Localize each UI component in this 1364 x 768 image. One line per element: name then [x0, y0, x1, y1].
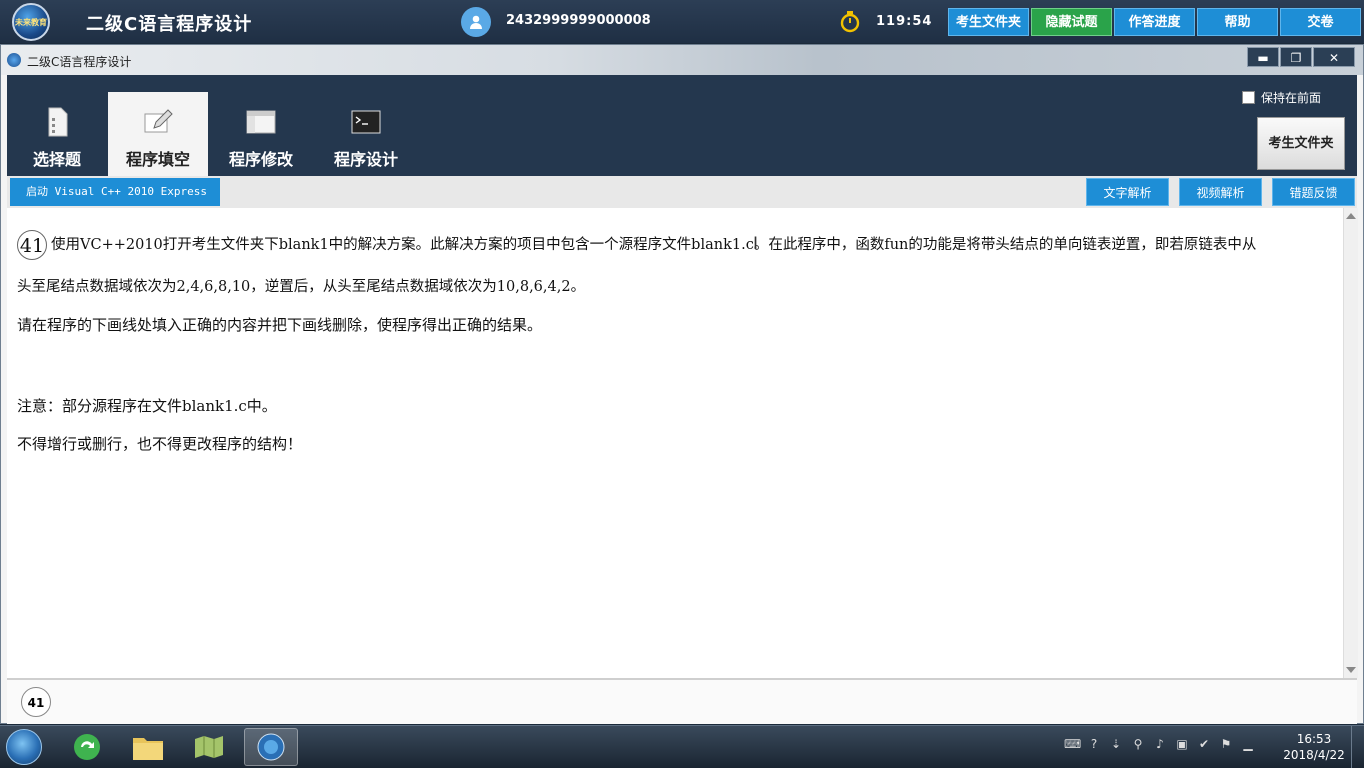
scroll-up-icon[interactable] — [1346, 213, 1356, 219]
keep-on-top-label: 保持在前面 — [1260, 91, 1321, 105]
clock-time: 16:53 — [1296, 732, 1332, 746]
tab-write-program[interactable]: 程序设计 — [316, 92, 416, 176]
terminal-icon — [351, 110, 381, 134]
tray-arrow-icon[interactable]: ⇣ — [1108, 736, 1124, 752]
taskbar-exam-app[interactable] — [244, 728, 298, 766]
app-title: 二级C语言程序设计 — [86, 14, 253, 35]
countdown-timer: 119:54 — [876, 14, 933, 29]
system-tray: ⌨ ? ⇣ ⚲ ♪ ▣ ✔ ⚑ ▁ — [1064, 736, 1256, 752]
device-icon[interactable]: ▣ — [1174, 736, 1190, 752]
answer-progress-button[interactable]: 作答进度 — [1114, 8, 1195, 36]
security-icon[interactable]: ✔ — [1196, 736, 1212, 752]
map-icon — [195, 736, 223, 758]
question-line-1: 41 使用VC++2010打开考生文件夹下blank1中的解决方案。此解决方案的项… — [17, 230, 1256, 260]
volume-icon[interactable]: ♪ — [1152, 736, 1168, 752]
candidate-folder-button[interactable]: 考生文件夹 — [948, 8, 1029, 36]
taskbar-refresh-app[interactable] — [60, 728, 114, 766]
question-note-2: 不得增行或删行，也不得更改程序的结构！ — [17, 435, 303, 453]
question-navigator: 41 — [7, 678, 1357, 724]
taskbar-clock[interactable]: 16:53 2018/4/22 — [1282, 731, 1346, 763]
user-icon — [461, 7, 491, 37]
tab-label: 程序设计 — [333, 150, 398, 169]
video-analysis-button[interactable]: 视频解析 — [1179, 178, 1262, 206]
window-icon — [246, 110, 276, 134]
clock-date: 2018/4/22 — [1283, 748, 1345, 762]
edit-icon — [144, 109, 173, 133]
stopwatch-icon — [840, 11, 860, 33]
taskbar-file-explorer[interactable] — [121, 728, 175, 766]
windows-taskbar: ⌨ ? ⇣ ⚲ ♪ ▣ ✔ ⚑ ▁ 16:53 2018/4/22 — [0, 725, 1364, 768]
help-icon[interactable]: ? — [1086, 736, 1102, 752]
keyboard-icon[interactable]: ⌨ — [1064, 736, 1081, 752]
minimize-button[interactable]: ▬ — [1247, 47, 1279, 67]
refresh-icon — [74, 734, 100, 760]
tab-fill-in-program[interactable]: 程序填空 — [108, 92, 208, 176]
question-line-2: 头至尾结点数据域依次为2,4,6,8,10，逆置后，从头至尾结点数据域依次为10… — [17, 279, 586, 295]
signal-icon[interactable]: ▁ — [1240, 736, 1256, 752]
exam-app-icon — [257, 733, 285, 761]
question-instruction: 请在程序的下画线处填入正确的内容并把下画线删除，使程序得出正确的结果。 — [17, 316, 543, 334]
document-icon — [48, 107, 68, 137]
question-note-1: 注意：部分源程序在文件blank1.c中。 — [17, 397, 277, 415]
app-logo: 未来教育 — [12, 3, 50, 41]
submit-exam-button[interactable]: 交卷 — [1280, 8, 1361, 36]
candidate-id: 2432999999000008 — [506, 13, 651, 28]
window-app-icon — [7, 53, 21, 67]
tab-multiple-choice[interactable]: 选择题 — [7, 92, 107, 176]
exam-top-bar: 未来教育 二级C语言程序设计 2432999999000008 119:54 考… — [0, 0, 1364, 43]
question-nav-item[interactable]: 41 — [21, 687, 51, 717]
launch-vc-button[interactable]: 启动 Visual C++ 2010 Express — [10, 178, 220, 206]
start-button[interactable] — [6, 729, 42, 765]
network-icon[interactable]: ⚲ — [1130, 736, 1146, 752]
content-scrollbar[interactable] — [1343, 208, 1358, 678]
tab-label: 程序修改 — [228, 150, 293, 169]
scroll-down-icon[interactable] — [1346, 667, 1356, 673]
question-content: 41 使用VC++2010打开考生文件夹下blank1中的解决方案。此解决方案的项… — [7, 208, 1343, 678]
question-type-ribbon: 选择题 程序填空 程序修改 程序设计 保持在前面 考生文件夹 — [7, 75, 1357, 176]
question-number: 41 — [17, 230, 47, 260]
exam-window: 二级C语言程序设计 ▬ ❐ ✕ 选择题 程序填空 程序修改 程序设计 保持在前面… — [0, 44, 1364, 724]
help-button[interactable]: 帮助 — [1197, 8, 1278, 36]
window-title: 二级C语言程序设计 — [27, 55, 132, 69]
hide-question-button[interactable]: 隐藏试题 — [1031, 8, 1112, 36]
tab-modify-program[interactable]: 程序修改 — [211, 92, 311, 176]
taskbar-map-app[interactable] — [182, 728, 236, 766]
window-titlebar[interactable]: 二级C语言程序设计 ▬ ❐ ✕ — [1, 45, 1363, 75]
text-analysis-button[interactable]: 文字解析 — [1086, 178, 1169, 206]
close-button[interactable]: ✕ — [1313, 47, 1355, 67]
folder-icon — [133, 738, 163, 760]
keep-on-top-option[interactable]: 保持在前面 — [1241, 89, 1321, 106]
show-desktop-button[interactable] — [1351, 726, 1364, 768]
tab-label: 选择题 — [32, 150, 81, 169]
text-cursor-icon: I — [753, 234, 759, 254]
error-feedback-button[interactable]: 错题反馈 — [1272, 178, 1355, 206]
open-candidate-folder-button[interactable]: 考生文件夹 — [1257, 117, 1345, 170]
tab-label: 程序填空 — [125, 150, 190, 169]
keep-on-top-checkbox[interactable] — [1241, 91, 1255, 104]
action-bar: 启动 Visual C++ 2010 Express 文字解析 视频解析 错题反… — [7, 176, 1357, 208]
maximize-button[interactable]: ❐ — [1280, 47, 1312, 67]
flag-icon[interactable]: ⚑ — [1218, 736, 1234, 752]
